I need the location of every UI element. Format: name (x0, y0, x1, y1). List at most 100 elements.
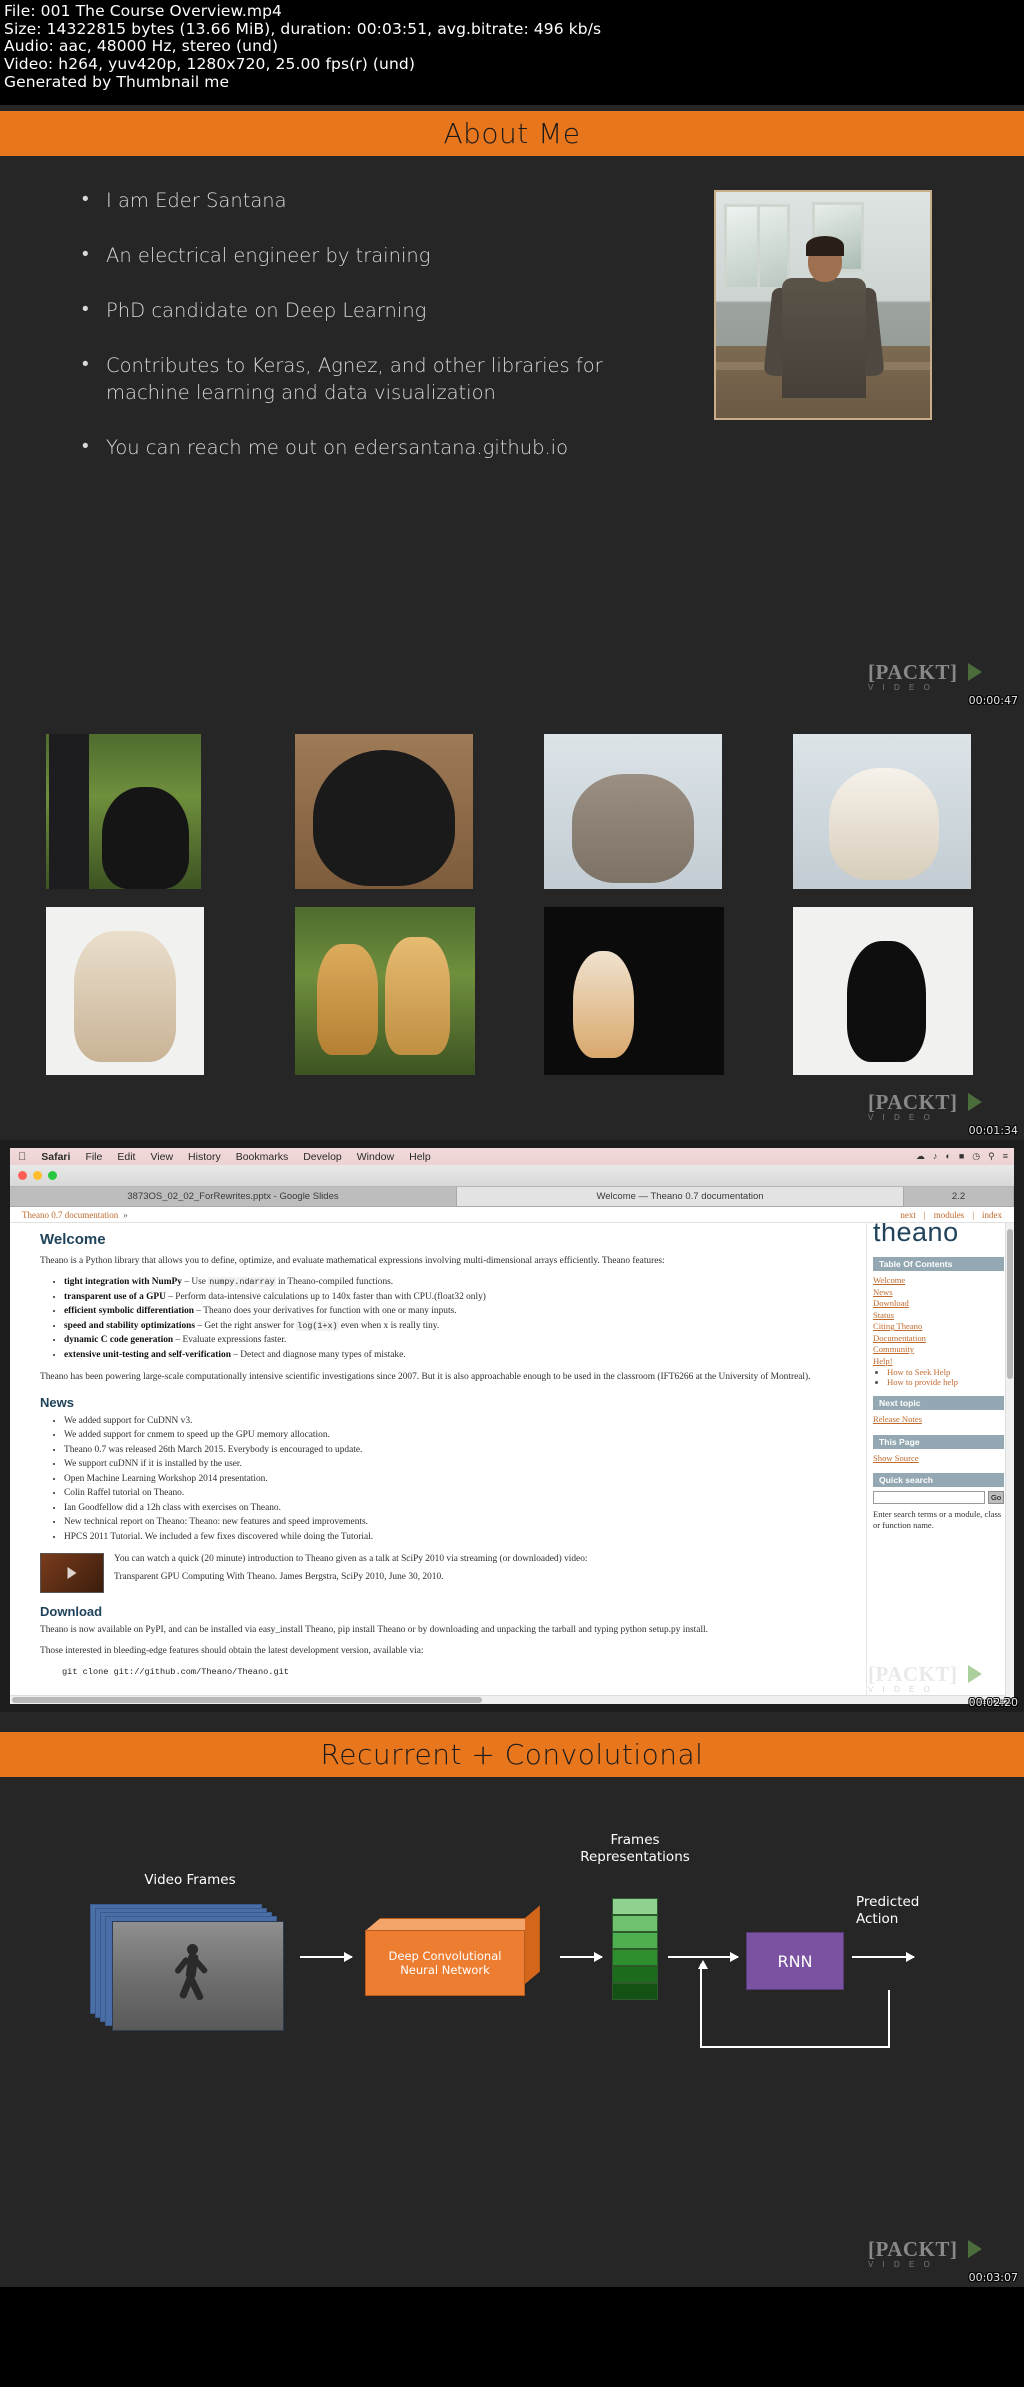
tab-google-slides[interactable]: 3873OS_02_02_ForRewrites.pptx - Google S… (10, 1187, 457, 1206)
recurrent-feedback-loop (700, 1990, 890, 2048)
horizontal-scrollbar[interactable] (10, 1695, 1005, 1704)
list-item: New technical report on Theano: Theano: … (64, 1516, 842, 1529)
feature-tail: even when x is really tiny. (338, 1320, 440, 1331)
menu-item-bookmarks[interactable]: Bookmarks (236, 1151, 289, 1163)
feature-title: dynamic C code generation (64, 1335, 174, 1345)
safari-tab-bar: 3873OS_02_02_ForRewrites.pptx - Google S… (10, 1187, 1014, 1207)
menu-item-develop[interactable]: Develop (303, 1151, 342, 1163)
menu-item-window[interactable]: Window (357, 1151, 394, 1163)
maximize-icon[interactable] (48, 1171, 57, 1180)
feature-title: extensive unit-testing and self-verifica… (64, 1349, 231, 1360)
info-audio: Audio: aac, 48000 Hz, stereo (und) (4, 37, 279, 55)
sidebar-item-release-notes[interactable]: Release Notes (873, 1414, 1004, 1426)
sidebar-heading-toc: Table Of Contents (873, 1257, 1004, 1271)
minimize-icon[interactable] (33, 1171, 42, 1180)
running-person-figure (173, 1942, 209, 2006)
volume-icon[interactable]: ♪ (933, 1151, 938, 1162)
feature-text: – Detect and diagnose many types of mist… (230, 1349, 406, 1360)
grid-image-tabby-cat-lying-down (544, 734, 722, 889)
nav-separator: | (923, 1209, 926, 1220)
list-item: dynamic C code generation – Evaluate exp… (64, 1334, 842, 1347)
thumbnail-frame-2: [PACKT] V I D E O 00:01:34 (0, 710, 1024, 1140)
search-input[interactable] (873, 1491, 985, 1504)
info-generated-by: Generated by Thumbnail me (4, 73, 230, 91)
feedback-arrowhead (698, 1960, 708, 1969)
nav-separator: | (972, 1209, 974, 1220)
about-me-bullet-list: I am Eder Santana An electrical engineer… (78, 186, 668, 489)
theano-sidebar: theano Table Of Contents Welcome News Do… (866, 1207, 1014, 1704)
feature-tail: in Theano-compiled functions. (275, 1277, 394, 1287)
tab-theano-documentation[interactable]: Welcome — Theano 0.7 documentation (457, 1187, 904, 1206)
bluetooth-icon[interactable]: ☁ (916, 1151, 925, 1162)
sidebar-heading-this-page: This Page (873, 1434, 1004, 1449)
list-item: PhD candidate on Deep Learning (78, 296, 668, 324)
safari-window:  Safari File Edit View History Bookmark… (10, 1148, 1014, 1704)
nav-link-modules[interactable]: modules (934, 1210, 965, 1220)
battery-icon[interactable]: ■ (959, 1151, 964, 1162)
menu-item-view[interactable]: View (150, 1151, 173, 1163)
search-go-button[interactable]: Go (988, 1491, 1004, 1504)
breadcrumb-root[interactable]: Theano 0.7 documentation (22, 1210, 118, 1220)
sidebar-item-documentation[interactable]: Documentation (873, 1333, 1004, 1345)
heading-news: News (40, 1394, 74, 1410)
apple-logo-icon[interactable]:  (18, 1151, 26, 1163)
sidebar-item-download[interactable]: Download (873, 1298, 1004, 1310)
video-row: You can watch a quick (20 minute) introd… (40, 1552, 842, 1593)
arrow-cnn-to-representations (560, 1952, 603, 1962)
sidebar-item-how-to-provide-help[interactable]: How to provide help (887, 1377, 958, 1387)
search-hint-text: Enter search terms or a module, class or… (873, 1509, 1002, 1530)
menu-item-help[interactable]: Help (409, 1151, 431, 1163)
list-item: transparent use of a GPU – Perform data-… (64, 1291, 842, 1304)
sidebar-item-news[interactable]: News (873, 1287, 1004, 1299)
clock-icon[interactable]: ◷ (972, 1151, 980, 1162)
video-info-header: File: 001 The Course Overview.mp4 Size: … (0, 0, 1024, 105)
breadcrumb-separator: » (123, 1209, 128, 1220)
sidebar-item-help[interactable]: Help! (873, 1356, 1004, 1368)
sidebar-item-citing-theano[interactable]: Citing Theano (873, 1321, 1004, 1333)
feature-title: efficient symbolic differentiation (64, 1306, 195, 1316)
list-item: Ian Goodfellow did a 12h class with exer… (64, 1502, 842, 1515)
rnn-block: RNN (746, 1932, 844, 1990)
quick-search-form: Go (873, 1491, 1004, 1504)
search-icon[interactable]: ⚲ (988, 1151, 995, 1162)
list-item[interactable]: How to Seek Help (887, 1367, 1004, 1377)
nav-link-index[interactable]: index (982, 1210, 1002, 1220)
video-note: You can watch a quick (20 minute) introd… (114, 1553, 588, 1564)
thumbnail-frame-4: Recurrent + Convolutional Video Frames D… (0, 1712, 1024, 2287)
inline-code: numpy.ndarray (208, 1277, 276, 1287)
video-thumbnail[interactable] (40, 1552, 104, 1593)
cnn-label: Deep Convolutional Neural Network (388, 1949, 502, 1977)
page-title: Recurrent + Convolutional (320, 1738, 704, 1771)
list-item: We added support for CuDNN v3. (64, 1415, 842, 1428)
list-item: HPCS 2011 Tutorial. We included a few fi… (64, 1531, 842, 1544)
list-item: You can reach me out on edersantana.gith… (78, 433, 668, 461)
nav-link-next[interactable]: next (900, 1210, 916, 1220)
sidebar-item-welcome[interactable]: Welcome (873, 1275, 1004, 1287)
wifi-icon[interactable]: ◐ (945, 1151, 950, 1162)
list-item[interactable]: How to provide help (887, 1377, 1004, 1387)
safari-toolbar (10, 1165, 1014, 1187)
window-controls[interactable] (18, 1171, 57, 1180)
vertical-scrollbar[interactable] (1005, 1223, 1014, 1704)
feature-text: – Evaluate expressions faster. (173, 1335, 287, 1345)
sidebar-sub-list: How to Seek Help How to provide help (887, 1367, 1004, 1387)
tab-version[interactable]: 2.2 (904, 1187, 1014, 1206)
frame-representation-bars (612, 1898, 658, 2000)
sidebar-item-community[interactable]: Community (873, 1344, 1004, 1356)
menu-item-safari[interactable]: Safari (41, 1151, 70, 1163)
menu-item-history[interactable]: History (188, 1151, 221, 1163)
presenter-photo (714, 190, 932, 420)
frame-timestamp: 00:00:47 (968, 694, 1018, 707)
welcome-intro-paragraph: Theano is a Python library that allows y… (40, 1256, 665, 1266)
feature-text: – Perform data-intensive calculations up… (165, 1291, 486, 1302)
sidebar-item-show-source[interactable]: Show Source (873, 1453, 1004, 1465)
menu-item-file[interactable]: File (85, 1151, 102, 1163)
close-icon[interactable] (18, 1171, 27, 1180)
menu-item-edit[interactable]: Edit (117, 1151, 135, 1163)
sidebar-item-status[interactable]: Status (873, 1310, 1004, 1322)
video-caption: Transparent GPU Computing With Theano. J… (114, 1571, 444, 1582)
label-video-frames: Video Frames (144, 1872, 236, 1888)
architecture-diagram: Video Frames Deep Convolutional Neural N… (0, 1832, 1024, 2132)
menu-icon[interactable]: ≡ (1003, 1151, 1008, 1162)
sidebar-item-how-to-seek-help[interactable]: How to Seek Help (887, 1367, 950, 1377)
